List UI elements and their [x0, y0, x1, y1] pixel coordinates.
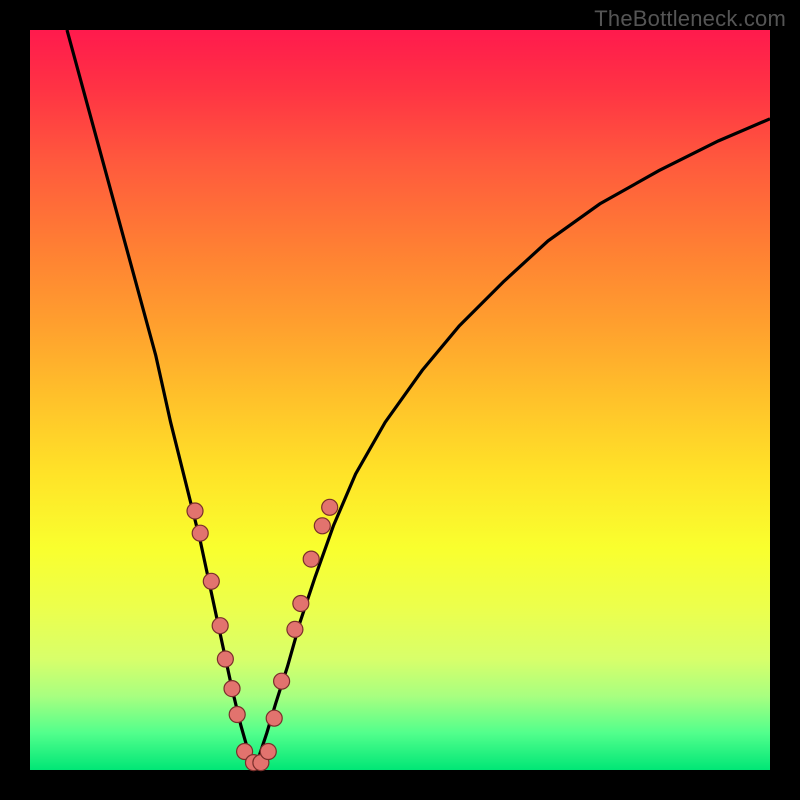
data-markers	[187, 499, 338, 770]
marker-dot	[224, 681, 240, 697]
marker-dot	[274, 673, 290, 689]
marker-dot	[229, 707, 245, 723]
marker-dot	[293, 596, 309, 612]
outer-frame: TheBottleneck.com	[0, 0, 800, 800]
marker-dot	[322, 499, 338, 515]
marker-dot	[217, 651, 233, 667]
marker-dot	[203, 573, 219, 589]
plot-area	[30, 30, 770, 770]
marker-dot	[260, 744, 276, 760]
marker-dot	[287, 621, 303, 637]
marker-dot	[212, 618, 228, 634]
marker-dot	[192, 525, 208, 541]
marker-dot	[266, 710, 282, 726]
curve-right-branch	[253, 119, 770, 767]
marker-dot	[314, 518, 330, 534]
chart-svg	[30, 30, 770, 770]
marker-dot	[187, 503, 203, 519]
watermark-text: TheBottleneck.com	[594, 6, 786, 32]
marker-dot	[303, 551, 319, 567]
